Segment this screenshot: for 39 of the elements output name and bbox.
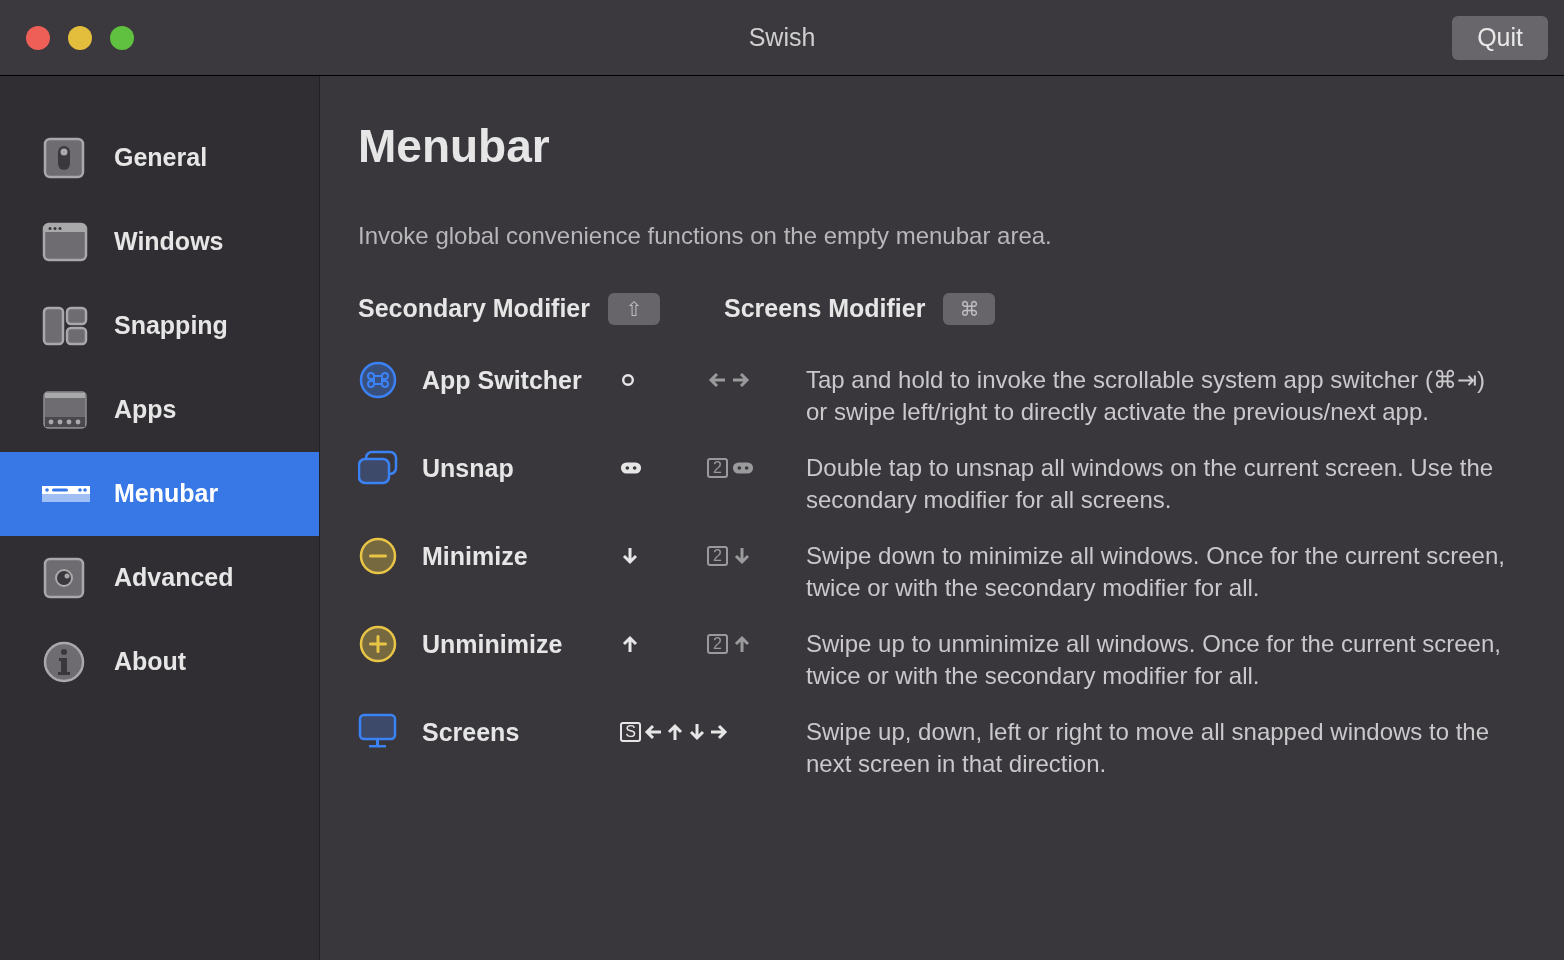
modifier-label: Secondary Modifier	[358, 293, 590, 324]
quit-button[interactable]: Quit	[1452, 16, 1548, 60]
close-button[interactable]	[26, 25, 50, 50]
action-description: Tap and hold to invoke the scrollable system app switcher (⌘⇥) or swipe left/right to directly activate the previous/next app.	[806, 364, 1486, 427]
modifier-label: Screens Modifier	[724, 293, 926, 324]
key-label: 2	[707, 545, 728, 566]
action-description: Swipe down to minimize all windows. Once for the current screen, twice or with the secondary modifier for all.	[806, 540, 1506, 603]
window-title: Swish	[748, 21, 816, 53]
action-label: Minimize	[422, 540, 529, 572]
dock-icon	[42, 388, 90, 432]
sidebar-item[interactable]: Windows	[0, 200, 319, 284]
zoom-button[interactable]	[110, 25, 134, 50]
page-description: Invoke global convenience functions on the empty menubar area.	[358, 221, 1053, 251]
window-icon	[42, 220, 90, 264]
sidebar-item[interactable]: Apps	[0, 368, 319, 452]
sidebar-item[interactable]: Snapping	[0, 284, 319, 368]
action-description: Double tap to unsnap all windows on the current screen. Use the secondary modifier for all screens.	[806, 452, 1495, 515]
action-label: App Switcher	[422, 364, 583, 396]
up-arrow-icon	[732, 633, 752, 654]
key-label: 2	[707, 457, 728, 478]
key-label: S	[620, 721, 641, 742]
down-arrow-icon	[620, 545, 640, 566]
action-description: Swipe up to unminimize all windows. Once for the current screen, twice or with the secondary modifier for all.	[806, 628, 1502, 691]
up-arrow-icon	[620, 633, 640, 654]
down-arrow-icon	[732, 545, 752, 566]
sidebar-item[interactable]: Menubar	[0, 452, 319, 536]
action-label: Screens	[422, 716, 521, 748]
key-label: 2	[707, 633, 728, 654]
up-arrow-icon	[665, 721, 685, 742]
sidebar-item[interactable]: About	[0, 620, 319, 704]
sidebar-item[interactable]: Advanced	[0, 536, 319, 620]
page-heading: Menubar	[358, 119, 551, 174]
action-label: Unminimize	[422, 628, 564, 660]
down-arrow-icon	[687, 721, 707, 742]
sidebar-item[interactable]: General	[0, 116, 319, 200]
action-description: Swipe up, down, left or right to move all snapped windows to the next screen in that direction.	[806, 716, 1491, 779]
action-label: Unsnap	[422, 452, 515, 484]
layout-icon	[42, 304, 90, 348]
minimize-button[interactable]	[68, 25, 92, 50]
